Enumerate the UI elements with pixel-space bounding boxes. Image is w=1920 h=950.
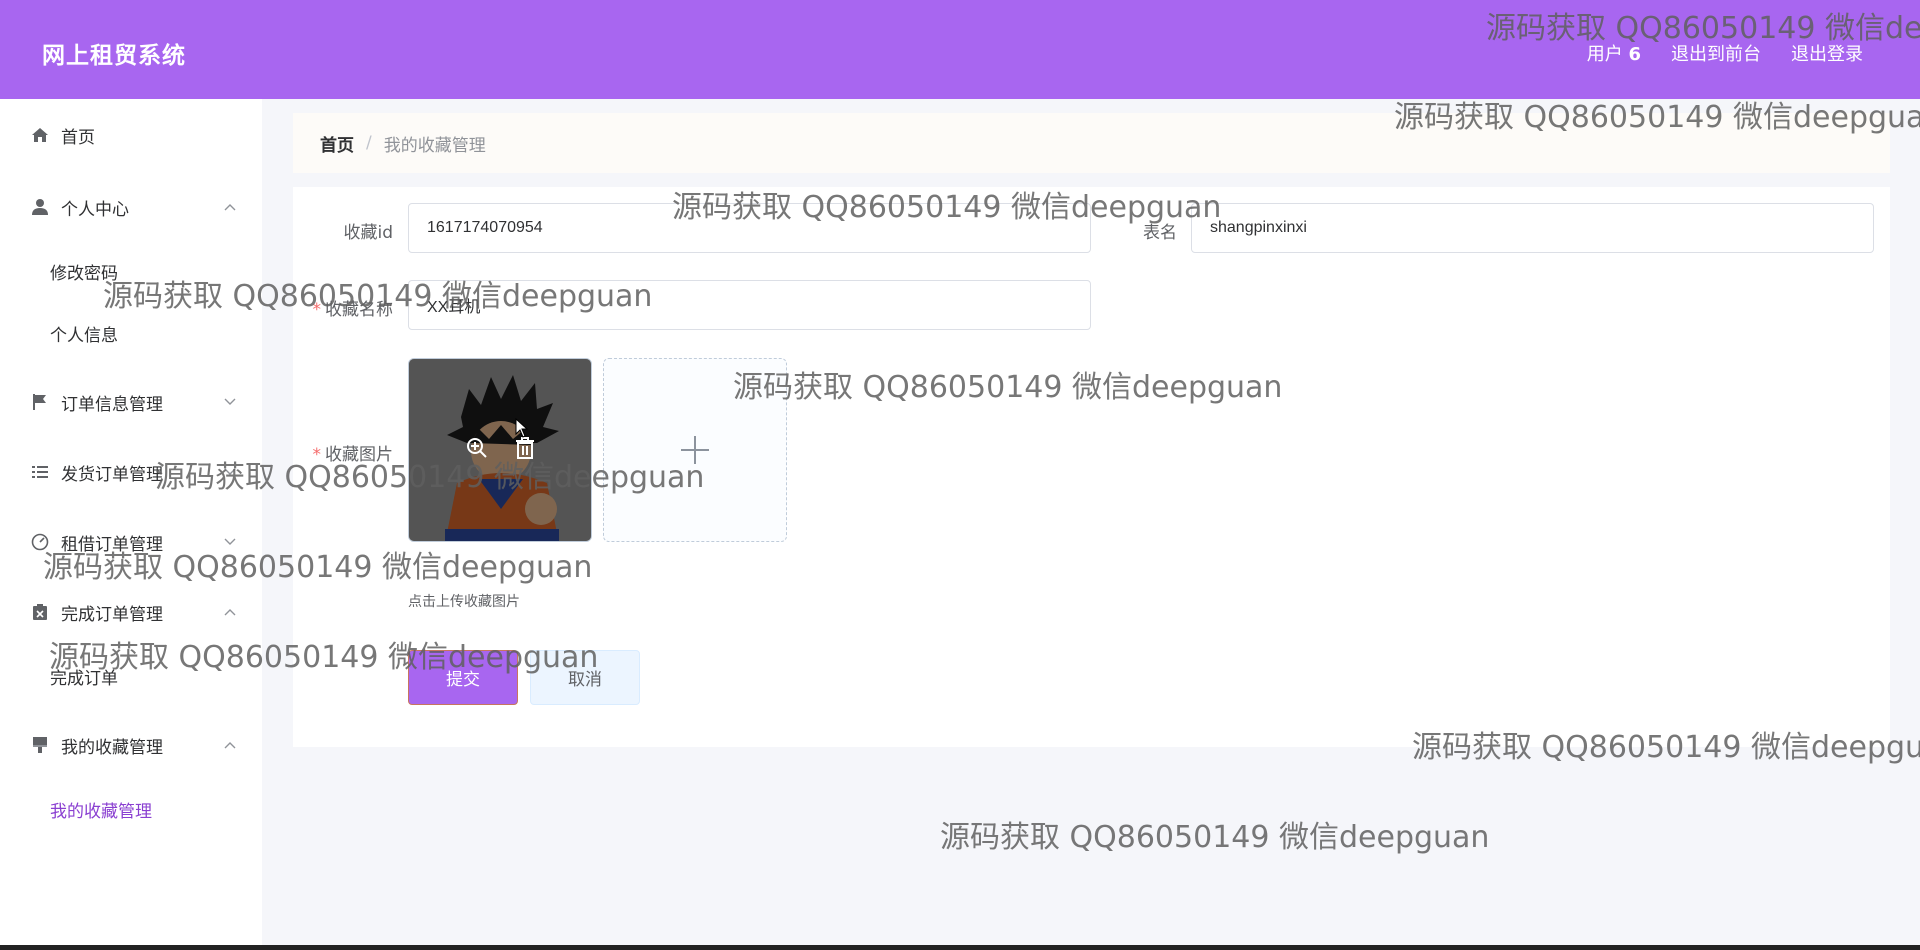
- sidebar-item-rental-orders[interactable]: 租借订单管理: [0, 522, 262, 562]
- sidebar: 首页 个人中心 修改密码 个人信息 订单信息管理 发货订单管理 租借订单管理 完…: [0, 99, 262, 945]
- thumbnail-hover-overlay: [409, 359, 591, 541]
- fav-id-label-text: 收藏id: [343, 223, 393, 243]
- upload-add-button[interactable]: [603, 358, 787, 542]
- fav-image-label-text: 收藏图片: [325, 445, 393, 465]
- logout-link[interactable]: 退出登录: [1791, 40, 1863, 66]
- thumbnail-actions: [464, 435, 538, 461]
- mouse-cursor-icon: [515, 418, 529, 438]
- home-icon: [30, 125, 50, 145]
- sidebar-item-completed-orders[interactable]: 完成订单管理: [0, 592, 262, 632]
- uploaded-image-thumbnail[interactable]: [408, 358, 592, 542]
- upload-tip: 点击上传收藏图片: [408, 594, 520, 610]
- sidebar-item-label: 首页: [61, 127, 95, 148]
- current-user: 用户 6: [1587, 40, 1641, 66]
- header-nav: 用户 6 退出到前台 退出登录: [1587, 40, 1863, 66]
- sidebar-item-my-favorites[interactable]: 我的收藏管理: [0, 725, 262, 765]
- sidebar-item-label: 完成订单管理: [61, 604, 163, 625]
- plus-icon: [681, 436, 709, 464]
- sidebar-item-order-info[interactable]: 订单信息管理: [0, 382, 262, 422]
- sidebar-subitem-change-password[interactable]: 修改密码: [0, 251, 262, 291]
- sidebar-item-label: 订单信息管理: [61, 394, 163, 415]
- required-mark: *: [312, 445, 322, 465]
- submit-button[interactable]: 提交: [408, 650, 518, 705]
- sidebar-item-shipping-orders[interactable]: 发货订单管理: [0, 452, 262, 492]
- breadcrumb: 首页 / 我的收藏管理: [293, 113, 1890, 173]
- sidebar-item-label: 个人中心: [61, 199, 129, 220]
- cancel-button[interactable]: 取消: [530, 650, 640, 705]
- breadcrumb-home[interactable]: 首页: [320, 131, 354, 156]
- fav-image-label: * 收藏图片: [273, 440, 394, 465]
- back-to-front-link[interactable]: 退出到前台: [1671, 40, 1761, 66]
- sidebar-item-personal-center[interactable]: 个人中心: [0, 187, 262, 227]
- fav-id-input[interactable]: [408, 203, 1091, 253]
- flag-icon: [30, 392, 50, 412]
- chevron-up-icon: [224, 739, 236, 751]
- sidebar-subitem-my-favorites[interactable]: 我的收藏管理: [0, 789, 262, 829]
- fav-name-input[interactable]: [408, 280, 1091, 330]
- chevron-up-icon: [224, 201, 236, 213]
- sidebar-subitem-completed-order[interactable]: 完成订单: [0, 656, 262, 696]
- watermark: 源码获取 QQ86050149 微信deepguan: [940, 820, 1490, 855]
- required-mark: *: [312, 300, 322, 320]
- sidebar-item-label: 租借订单管理: [61, 534, 163, 555]
- chevron-down-icon: [224, 466, 236, 478]
- clipboard-icon: [30, 602, 50, 622]
- chevron-down-icon: [224, 396, 236, 408]
- table-name-label-text: 表名: [1143, 223, 1177, 243]
- table-name-label: 表名: [1057, 218, 1177, 243]
- user-id: 6: [1628, 44, 1641, 65]
- delete-icon[interactable]: [512, 435, 538, 461]
- user-label: 用户: [1586, 44, 1623, 65]
- sidebar-item-label: 发货订单管理: [61, 464, 163, 485]
- sidebar-subitem-personal-info[interactable]: 个人信息: [0, 313, 262, 353]
- gauge-icon: [30, 532, 50, 552]
- table-name-input[interactable]: [1191, 203, 1874, 253]
- breadcrumb-separator: /: [366, 133, 372, 153]
- sidebar-subitem-label: 完成订单: [50, 668, 118, 689]
- sidebar-subitem-label: 我的收藏管理: [50, 801, 152, 822]
- user-icon: [30, 197, 50, 217]
- fav-name-label: * 收藏名称: [273, 295, 394, 320]
- sidebar-item-home[interactable]: 首页: [0, 115, 262, 155]
- app-title: 网上租贸系统: [42, 43, 186, 69]
- zoom-in-icon[interactable]: [464, 435, 490, 461]
- bottom-edge: [0, 945, 1920, 950]
- sidebar-subitem-label: 个人信息: [50, 325, 118, 346]
- top-header: 网上租贸系统 用户 6 退出到前台 退出登录: [0, 0, 1920, 99]
- list-icon: [30, 462, 50, 482]
- sidebar-subitem-label: 修改密码: [50, 263, 118, 284]
- sidebar-item-label: 我的收藏管理: [61, 737, 163, 758]
- fav-name-label-text: 收藏名称: [325, 300, 393, 320]
- chevron-down-icon: [224, 536, 236, 548]
- chevron-up-icon: [224, 606, 236, 618]
- brush-icon: [30, 735, 50, 755]
- breadcrumb-current: 我的收藏管理: [383, 135, 486, 156]
- fav-id-label: 收藏id: [273, 218, 393, 243]
